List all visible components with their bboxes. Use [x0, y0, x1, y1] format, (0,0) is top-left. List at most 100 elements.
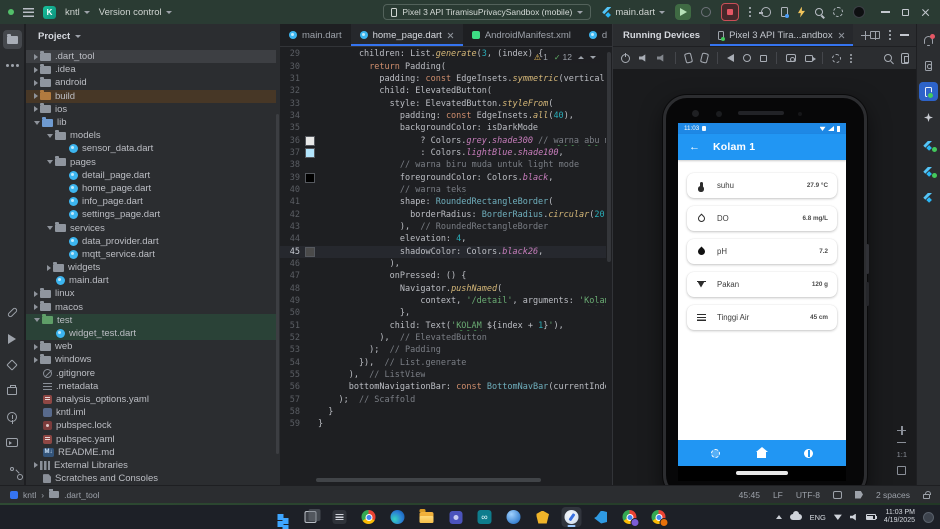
taskbar-app-z[interactable] — [330, 507, 350, 527]
language-indicator[interactable]: ENG — [810, 513, 826, 522]
code-line-41[interactable]: 41 shape: RoundedRectangleBorder( — [280, 196, 606, 208]
split-view-icon[interactable] — [870, 31, 880, 40]
device-selector[interactable]: Pixel 3 API TiramisuPrivacySandbox (mobi… — [383, 4, 592, 20]
running-devices-button[interactable] — [919, 82, 938, 101]
chevron-icon[interactable] — [47, 264, 51, 271]
battery-tray-icon[interactable] — [865, 514, 878, 520]
tree-item-pages[interactable]: pages — [26, 156, 276, 169]
clock[interactable]: 11:03 PM 4/19/2025 — [884, 509, 915, 526]
taskbar-task-view[interactable] — [301, 507, 321, 527]
wifi-tray-icon[interactable] — [833, 514, 842, 520]
tree-item-widget-test-dart[interactable]: widget_test.dart — [26, 326, 276, 341]
tree-item-kntl-iml[interactable]: kntl.iml — [26, 406, 276, 419]
indent-size[interactable]: 2 spaces — [876, 490, 910, 500]
code-line-47[interactable]: 47 onPressed: () { — [280, 270, 606, 282]
flutter-performance-button[interactable] — [919, 160, 938, 179]
tab-d[interactable]: d — [580, 24, 612, 46]
taskbar-explorer[interactable] — [417, 507, 437, 527]
chevron-icon[interactable] — [34, 93, 38, 100]
code-line-38[interactable]: 38 // warna biru muda untuk light mode — [280, 159, 606, 171]
back-icon[interactable] — [727, 54, 734, 62]
sensor-card-suhu[interactable]: suhu 27.9 °C — [687, 173, 837, 198]
taskbar-teams[interactable] — [446, 507, 466, 527]
code-line-31[interactable]: 31 padding: const EdgeInsets.symmetric(v… — [280, 73, 606, 85]
commit-button[interactable] — [3, 303, 22, 322]
flutter-devtools-button[interactable] — [3, 355, 22, 374]
chevron-icon[interactable] — [47, 133, 53, 138]
tab-main-dart[interactable]: main.dart — [280, 24, 351, 46]
notification-center-icon[interactable] — [923, 511, 934, 523]
code-line-29[interactable]: 29 children: List.generate(3, (index) { — [280, 48, 606, 60]
tree-item-ios[interactable]: ios — [26, 103, 276, 116]
stop-button[interactable] — [721, 3, 739, 21]
chevron-icon[interactable] — [34, 66, 38, 73]
notifications-button[interactable] — [919, 30, 938, 49]
code-line-49[interactable]: 49 context, '/detail', arguments: 'Kolam… — [280, 295, 606, 307]
breadcrumb[interactable]: kntl › .dart_tool — [10, 489, 100, 500]
device-manager-icon[interactable] — [781, 7, 789, 18]
more-tool-windows-button[interactable] — [3, 56, 22, 75]
tree-item-pubspec-yaml[interactable]: pubspec.yaml — [26, 432, 276, 445]
close-tab-icon[interactable] — [447, 32, 454, 39]
code-line-57[interactable]: 57 ); // Scaffold — [280, 394, 606, 406]
tree-item-android[interactable]: android — [26, 76, 276, 89]
build-button[interactable] — [3, 381, 22, 400]
taskbar-android-studio[interactable] — [561, 507, 582, 527]
screenshot-icon[interactable] — [786, 54, 796, 62]
tree-item-readme-md[interactable]: README.md — [26, 446, 276, 459]
code-line-56[interactable]: 56 bottomNavigationBar: const BottomNavB… — [280, 381, 606, 393]
tree-item-detail-page-dart[interactable]: detail_page.dart — [26, 169, 276, 182]
chevron-icon[interactable] — [34, 53, 38, 60]
zoom-mode-icon[interactable] — [884, 54, 892, 62]
device-tab[interactable]: Pixel 3 API Tira...andbox — [710, 24, 853, 46]
volume-down-icon[interactable] — [657, 54, 664, 62]
tree-item-services[interactable]: services — [26, 221, 276, 234]
chevron-icon[interactable] — [34, 343, 38, 350]
code-line-46[interactable]: 46 ), — [280, 258, 606, 270]
tree-item-external-libraries[interactable]: External Libraries — [26, 459, 276, 472]
more-actions-icon[interactable] — [749, 7, 751, 9]
chevron-icon[interactable] — [34, 290, 38, 297]
rotate-right-icon[interactable] — [699, 52, 710, 64]
code-line-36[interactable]: 36 ? Colors.grey.shade300 // warna abu m… — [280, 134, 606, 146]
run-button[interactable] — [675, 4, 691, 20]
tab-androidmanifest-xml[interactable]: AndroidManifest.xml — [463, 24, 580, 46]
gesture-pill[interactable] — [736, 471, 788, 475]
volume-up-icon[interactable] — [639, 54, 646, 62]
add-device-icon[interactable] — [860, 30, 870, 40]
close-button[interactable] — [921, 8, 930, 17]
hot-reload-icon[interactable] — [798, 6, 805, 18]
unlock-icon[interactable] — [923, 490, 931, 499]
chevron-icon[interactable] — [34, 79, 38, 86]
code-line-43[interactable]: 43 ), // RoundedRectangleBorder — [280, 221, 606, 233]
sensor-card-tinggi-air[interactable]: Tinggi Air 45 cm — [687, 305, 837, 330]
code-line-50[interactable]: 50 }, — [280, 307, 606, 319]
gradle-icon[interactable] — [759, 7, 771, 17]
tree-item-settings-page-dart[interactable]: settings_page.dart — [26, 208, 276, 221]
flutter-outline-button[interactable] — [919, 186, 938, 205]
main-menu-icon[interactable] — [23, 7, 34, 17]
screen-record-icon[interactable] — [805, 54, 816, 62]
caret-position[interactable]: 45:45 — [739, 490, 760, 500]
project-panel-header[interactable]: Project — [26, 24, 280, 48]
taskbar-chrome[interactable] — [359, 507, 379, 527]
tree-item-metadata[interactable]: .metadata — [26, 380, 276, 393]
search-icon[interactable] — [815, 8, 823, 16]
tree-item-home-page-dart[interactable]: home_page.dart — [26, 182, 276, 195]
chevron-icon[interactable] — [47, 226, 53, 231]
code-line-58[interactable]: 58 } — [280, 406, 606, 418]
tree-item-dart-tool[interactable]: .dart_tool — [26, 50, 276, 64]
tree-item-linux[interactable]: linux — [26, 287, 276, 300]
nav-info-icon[interactable] — [804, 448, 814, 458]
back-arrow-icon[interactable]: ← — [689, 141, 700, 153]
code-line-40[interactable]: 40 // warna teks — [280, 184, 606, 196]
volume-tray-icon[interactable] — [849, 513, 856, 521]
zoom-fit-icon[interactable] — [897, 466, 907, 475]
version-control-button[interactable] — [3, 459, 23, 480]
sensor-card-do[interactable]: DO 6.8 mg/L — [687, 206, 837, 231]
taskbar-edge[interactable] — [388, 507, 408, 527]
tree-item-models[interactable]: models — [26, 129, 276, 142]
code-line-33[interactable]: 33 style: ElevatedButton.styleFrom( — [280, 97, 606, 109]
debug-button[interactable] — [701, 7, 711, 17]
zoom-in-icon[interactable] — [897, 425, 907, 435]
